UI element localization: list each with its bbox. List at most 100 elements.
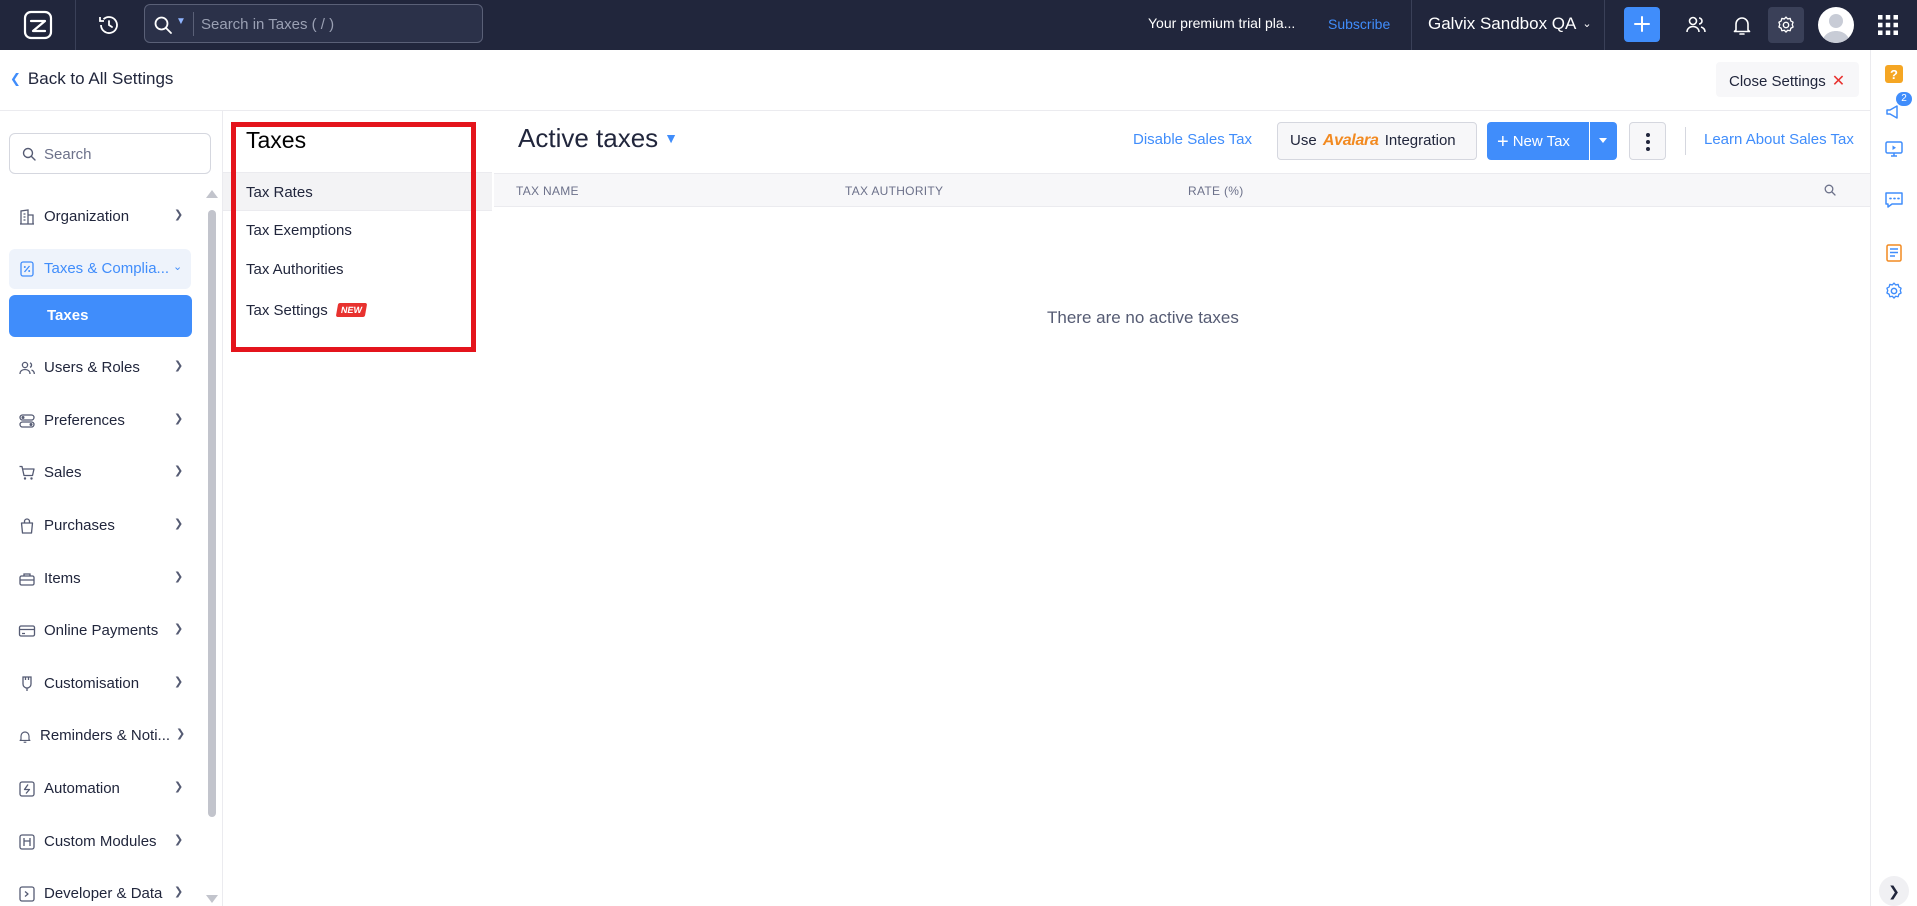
nav-item-sales[interactable]: Sales ❯ — [9, 453, 191, 493]
column-header-tax-name[interactable]: TAX NAME — [516, 184, 579, 198]
search-scope-chevron-icon[interactable]: ▼ — [176, 16, 186, 27]
settings-search-input[interactable] — [44, 144, 194, 164]
users-icon — [19, 361, 35, 375]
nav-item-users-roles[interactable]: Users & Roles ❯ — [9, 348, 191, 388]
nav-item-label: Taxes & Complia... — [44, 260, 170, 277]
chevron-right-icon: ❯ — [174, 834, 184, 846]
close-icon: ✕ — [1831, 73, 1846, 90]
basket-icon — [19, 573, 35, 586]
settings-search[interactable] — [9, 133, 211, 174]
topbar-divider — [75, 0, 76, 50]
right-rail — [1870, 50, 1917, 906]
subnav-tax-authorities[interactable]: Tax Authorities — [223, 250, 492, 289]
plus-icon: + — [1497, 131, 1509, 153]
gear-icon[interactable] — [1884, 281, 1904, 301]
nav-item-label: Items — [44, 570, 81, 587]
close-settings-button[interactable]: Close Settings ✕ — [1716, 62, 1859, 97]
toolbar-divider — [1685, 127, 1686, 155]
help-icon[interactable]: ? — [1884, 64, 1904, 84]
learn-sales-tax-link[interactable]: Learn About Sales Tax — [1704, 131, 1854, 148]
search-divider — [193, 12, 194, 36]
new-tax-dropdown-button[interactable] — [1590, 122, 1617, 160]
column-header-tax-authority[interactable]: TAX AUTHORITY — [845, 184, 943, 198]
notification-count-badge: 2 — [1896, 92, 1912, 106]
scroll-down-arrow[interactable] — [206, 895, 218, 903]
kebab-dot — [1646, 133, 1650, 137]
tax-percent-icon — [20, 261, 34, 277]
chevron-right-icon: ❯ — [174, 781, 184, 793]
nav-item-online-payments[interactable]: Online Payments ❯ — [9, 611, 191, 651]
app-logo-icon[interactable] — [22, 9, 54, 41]
kebab-dot — [1646, 140, 1650, 144]
expand-rail-button[interactable]: ❯ — [1879, 876, 1909, 906]
new-tax-button[interactable]: + New Tax — [1487, 122, 1589, 160]
scroll-up-arrow[interactable] — [206, 190, 218, 198]
nav-item-label: Developer & Data — [44, 885, 163, 902]
avalara-logo: Avalara — [1322, 132, 1379, 149]
nav-subitem-taxes[interactable]: Taxes — [9, 295, 192, 337]
nav-item-label: Sales — [44, 464, 82, 481]
new-badge: NEW — [335, 303, 367, 317]
chevron-right-icon: ❯ — [174, 465, 184, 477]
table-header: TAX NAME TAX AUTHORITY RATE (%) — [494, 173, 1870, 207]
nav-item-label: Purchases — [44, 517, 115, 534]
app-grid-icon[interactable] — [1877, 14, 1899, 36]
nav-item-purchases[interactable]: Purchases ❯ — [9, 506, 191, 546]
global-search-input[interactable] — [201, 13, 471, 35]
org-switcher[interactable]: Galvix Sandbox QA ⌄ — [1428, 14, 1592, 34]
brush-icon — [22, 676, 32, 691]
search-icon[interactable] — [1824, 184, 1836, 196]
nav-item-organization[interactable]: Organization ❯ — [9, 197, 191, 237]
nav-item-developer-data[interactable]: Developer & Data ❯ — [9, 874, 191, 906]
nav-scrollbar-thumb[interactable] — [208, 210, 216, 817]
toggles-icon — [19, 414, 35, 428]
nav-item-items[interactable]: Items ❯ — [9, 559, 191, 599]
column-header-rate[interactable]: RATE (%) — [1188, 184, 1244, 198]
bell-icon[interactable] — [1730, 13, 1754, 37]
nav-item-automation[interactable]: Automation ❯ — [9, 769, 191, 809]
nav-item-preferences[interactable]: Preferences ❯ — [9, 401, 191, 441]
nav-item-custom-modules[interactable]: Custom Modules ❯ — [9, 822, 191, 862]
disable-sales-tax-link[interactable]: Disable Sales Tax — [1133, 131, 1252, 148]
chevron-right-icon: ❯ — [174, 413, 184, 425]
chevron-down-icon: ▼ — [664, 130, 679, 146]
avalara-integration-button[interactable]: Use Avalara Integration — [1277, 122, 1477, 160]
top-bar: ▼ Your premium trial pla... Subscribe Ga… — [0, 0, 1917, 50]
subscribe-link[interactable]: Subscribe — [1328, 16, 1390, 32]
chat-icon[interactable] — [1884, 190, 1904, 210]
avalara-prefix: Use — [1290, 132, 1317, 149]
chevron-right-icon: ❯ — [174, 886, 184, 898]
page-title: Active taxes — [518, 123, 659, 153]
presentation-icon[interactable] — [1884, 139, 1904, 159]
nav-item-label: Users & Roles — [44, 359, 140, 376]
nav-item-customisation[interactable]: Customisation ❯ — [9, 664, 191, 704]
subnav-tax-settings[interactable]: Tax Settings NEW — [223, 291, 492, 330]
active-taxes-dropdown[interactable]: Active taxes ▼ — [518, 123, 678, 154]
subnav-tax-exemptions[interactable]: Tax Exemptions — [223, 211, 492, 250]
avatar[interactable] — [1818, 7, 1854, 43]
chevron-left-icon: ❮ — [10, 71, 21, 86]
chevron-right-icon: ❯ — [174, 360, 184, 372]
nav-item-taxes-compliance[interactable]: Taxes & Complia... ⌄ — [9, 249, 191, 289]
building-icon — [20, 209, 34, 225]
svg-text:?: ? — [1890, 67, 1898, 82]
more-options-button[interactable] — [1629, 122, 1666, 160]
search-icon[interactable] — [153, 15, 173, 35]
nav-item-reminders[interactable]: Reminders & Noti... ❯ — [9, 716, 191, 756]
settings-button[interactable] — [1768, 7, 1804, 43]
subnav-title: Taxes — [246, 127, 307, 153]
global-search[interactable]: ▼ — [144, 4, 483, 43]
bell-icon — [19, 731, 31, 743]
notes-icon[interactable] — [1884, 243, 1904, 263]
nav-item-label: Reminders & Noti... — [40, 727, 171, 744]
users-icon[interactable] — [1684, 13, 1708, 37]
nav-item-label: Preferences — [44, 412, 125, 429]
chevron-right-icon: ❯ — [174, 676, 184, 688]
subnav-tax-rates[interactable]: Tax Rates — [223, 172, 492, 211]
automation-icon — [19, 781, 35, 797]
back-to-settings-link[interactable]: ❮ Back to All Settings — [10, 69, 173, 89]
trial-notice: Your premium trial pla... — [1148, 15, 1296, 31]
modules-icon — [19, 834, 35, 850]
quick-create-button[interactable] — [1624, 7, 1660, 42]
history-icon[interactable] — [97, 13, 121, 37]
